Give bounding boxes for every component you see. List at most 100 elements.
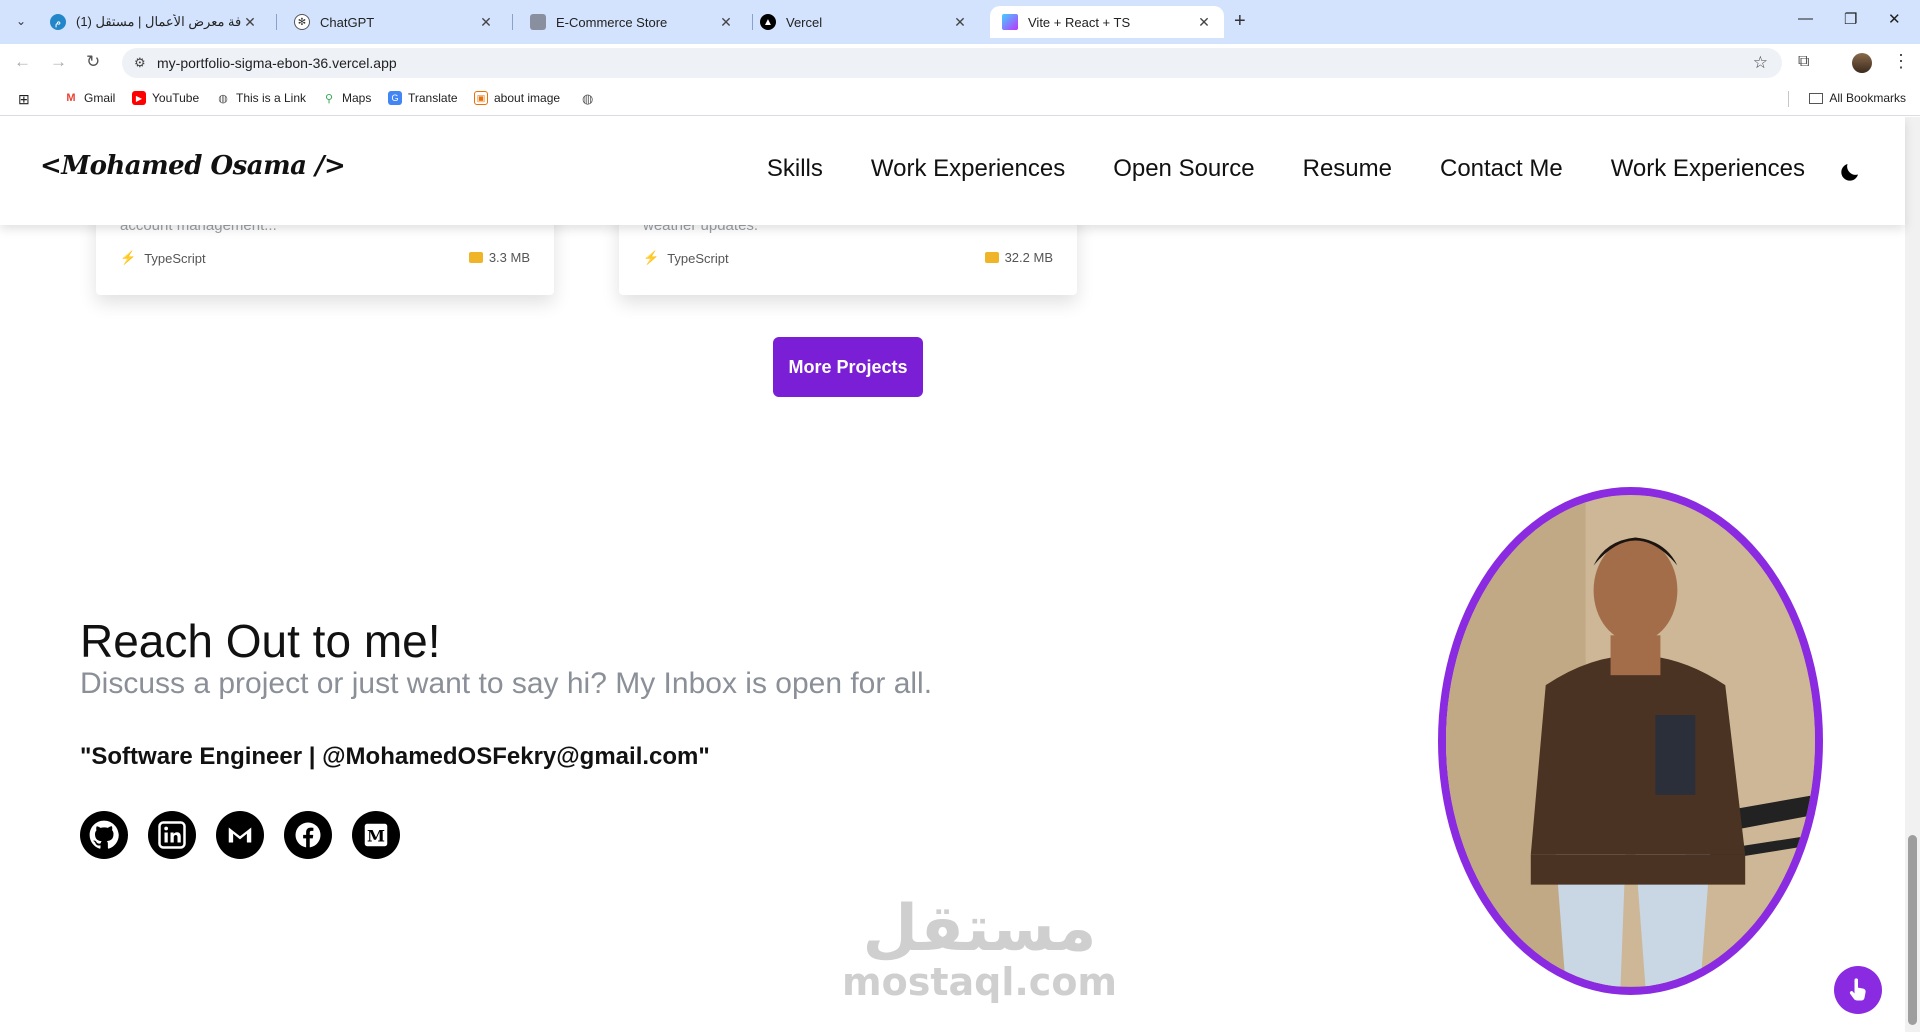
watermark-arabic: مستقل xyxy=(862,892,1097,966)
project-size: 3.3 MB xyxy=(468,250,530,265)
bookmark-label: Translate xyxy=(408,91,458,105)
bookmark-about-image[interactable]: ▣ about image xyxy=(474,91,560,105)
bookmark-gmail[interactable]: M Gmail xyxy=(64,91,115,105)
bookmark-youtube[interactable]: ▶ YouTube xyxy=(132,91,199,105)
apps-grid-icon[interactable]: ⊞ xyxy=(18,91,30,108)
tab-title: E-Commerce Store xyxy=(556,14,668,30)
social-links: M xyxy=(80,811,400,859)
reload-icon[interactable]: ↻ xyxy=(86,52,100,72)
more-projects-button[interactable]: More Projects xyxy=(773,337,923,397)
tab-divider xyxy=(276,14,277,30)
back-icon[interactable]: ← xyxy=(14,52,31,72)
tab-chatgpt[interactable]: ✻ ChatGPT ✕ xyxy=(282,6,506,38)
new-tab-icon[interactable]: + xyxy=(1234,10,1246,33)
bookmarks-bar: ⊞ M Gmail ▶ YouTube ◍ This is a Link ⚲ M… xyxy=(0,82,1920,116)
tab-vercel[interactable]: ▲ Vercel ✕ xyxy=(748,6,980,38)
contact-email-line: "Software Engineer | @MohamedOSFekry@gma… xyxy=(80,743,710,770)
close-icon[interactable]: ✕ xyxy=(242,14,258,31)
address-bar[interactable]: ⚙ my-portfolio-sigma-ebon-36.vercel.app … xyxy=(122,48,1782,78)
site-header: <Mohamed Osama /> Skills Work Experience… xyxy=(0,117,1905,225)
bookmark-star-icon[interactable]: ☆ xyxy=(1753,53,1768,73)
menu-kebab-icon[interactable]: ⋮ xyxy=(1892,51,1910,72)
chatgpt-icon: ✻ xyxy=(294,14,310,30)
image-icon: ▣ xyxy=(474,91,488,105)
nav-open-source[interactable]: Open Source xyxy=(1113,155,1254,183)
browser-toolbar: ← → ↻ ⚙ my-portfolio-sigma-ebon-36.verce… xyxy=(0,44,1920,82)
minimize-icon[interactable]: — xyxy=(1798,10,1813,27)
lightning-icon: ⚡ xyxy=(120,250,137,265)
all-bookmarks[interactable]: All Bookmarks xyxy=(1809,91,1906,105)
moon-icon[interactable] xyxy=(1838,160,1862,184)
vercel-icon: ▲ xyxy=(760,14,776,30)
main-nav: Skills Work Experiences Open Source Resu… xyxy=(767,155,1805,183)
folder-icon xyxy=(468,252,483,263)
language-label: TypeScript xyxy=(667,250,729,266)
gmail-icon[interactable] xyxy=(216,811,264,859)
close-icon[interactable]: ✕ xyxy=(952,14,968,31)
folder-icon xyxy=(984,252,999,263)
nav-contact-me[interactable]: Contact Me xyxy=(1440,155,1563,183)
contact-subtitle: Discuss a project or just want to say hi… xyxy=(80,667,933,700)
project-language: ⚡ TypeScript xyxy=(120,250,206,266)
site-info-icon[interactable]: ⚙ xyxy=(134,55,146,71)
nav-skills[interactable]: Skills xyxy=(767,155,823,183)
bookmark-maps[interactable]: ⚲ Maps xyxy=(322,91,371,105)
site-logo[interactable]: <Mohamed Osama /> xyxy=(40,151,346,181)
url-text[interactable]: my-portfolio-sigma-ebon-36.vercel.app xyxy=(157,55,397,71)
language-label: TypeScript xyxy=(144,250,206,266)
extensions-icon[interactable]: ⧉ xyxy=(1798,53,1809,71)
profile-avatar[interactable] xyxy=(1852,53,1872,73)
mostaql-watermark: مستقل mostaql.com xyxy=(842,897,1117,1001)
youtube-icon: ▶ xyxy=(132,91,146,105)
tab-title: Vercel xyxy=(786,14,823,30)
nav-work-experiences[interactable]: Work Experiences xyxy=(871,155,1065,183)
globe-icon[interactable]: ◍ xyxy=(582,91,593,107)
restore-icon[interactable]: ❐ xyxy=(1844,10,1857,28)
tab-search-icon[interactable]: ⌄ xyxy=(10,10,32,32)
tab-title: Vite + React + TS xyxy=(1028,14,1131,30)
medium-icon[interactable]: M xyxy=(352,811,400,859)
bookmark-label: This is a Link xyxy=(236,91,307,105)
tab-ecommerce[interactable]: E-Commerce Store ✕ xyxy=(518,6,746,38)
nav-resume[interactable]: Resume xyxy=(1303,155,1392,183)
tab-title: (1) إضافة معرض الأعمال | مستقل xyxy=(76,14,242,29)
github-icon[interactable] xyxy=(80,811,128,859)
mostaql-icon: م xyxy=(50,14,66,30)
scrollbar-track[interactable] xyxy=(1905,117,1920,1032)
nav-work-experiences-2[interactable]: Work Experiences xyxy=(1611,155,1805,183)
contact-heading: Reach Out to me! xyxy=(80,615,441,667)
svg-text:M: M xyxy=(367,826,385,845)
browser-tab-bar: ⌄ م (1) إضافة معرض الأعمال | مستقل ✕ ✻ C… xyxy=(0,0,1920,44)
lightning-icon: ⚡ xyxy=(643,250,660,265)
project-language: ⚡ TypeScript xyxy=(643,250,729,266)
bookmark-translate[interactable]: G Translate xyxy=(388,91,458,105)
bookmark-label: about image xyxy=(494,91,561,105)
facebook-icon[interactable] xyxy=(284,811,332,859)
tab-mostaql[interactable]: م (1) إضافة معرض الأعمال | مستقل ✕ xyxy=(38,6,270,38)
close-icon[interactable]: ✕ xyxy=(1196,14,1212,31)
bookmark-label: Maps xyxy=(342,91,372,105)
profile-photo xyxy=(1438,487,1823,995)
translate-icon: G xyxy=(388,91,402,105)
forward-icon[interactable]: → xyxy=(50,52,67,72)
linkedin-icon[interactable] xyxy=(148,811,196,859)
bookmark-link[interactable]: ◍ This is a Link xyxy=(216,91,306,105)
bookmarks-divider xyxy=(1788,91,1789,107)
page-viewport: <Mohamed Osama /> Skills Work Experience… xyxy=(0,117,1920,1032)
store-icon xyxy=(530,14,546,30)
tab-vite[interactable]: Vite + React + TS ✕ xyxy=(990,6,1224,38)
project-size: 32.2 MB xyxy=(984,250,1053,265)
pointer-hand-icon[interactable] xyxy=(1834,966,1882,1014)
maps-icon: ⚲ xyxy=(324,92,334,105)
size-label: 3.3 MB xyxy=(488,250,530,265)
tab-title: ChatGPT xyxy=(320,14,375,30)
folder-icon xyxy=(1809,92,1824,104)
close-icon[interactable]: ✕ xyxy=(478,14,494,31)
person-illustration xyxy=(1446,495,1815,987)
watermark-latin: mostaql.com xyxy=(842,960,1118,1004)
window-close-icon[interactable]: ✕ xyxy=(1888,10,1901,28)
close-icon[interactable]: ✕ xyxy=(718,14,734,31)
size-label: 32.2 MB xyxy=(1004,250,1053,265)
gmail-icon: M xyxy=(66,92,76,104)
scrollbar-thumb[interactable] xyxy=(1908,835,1917,1025)
